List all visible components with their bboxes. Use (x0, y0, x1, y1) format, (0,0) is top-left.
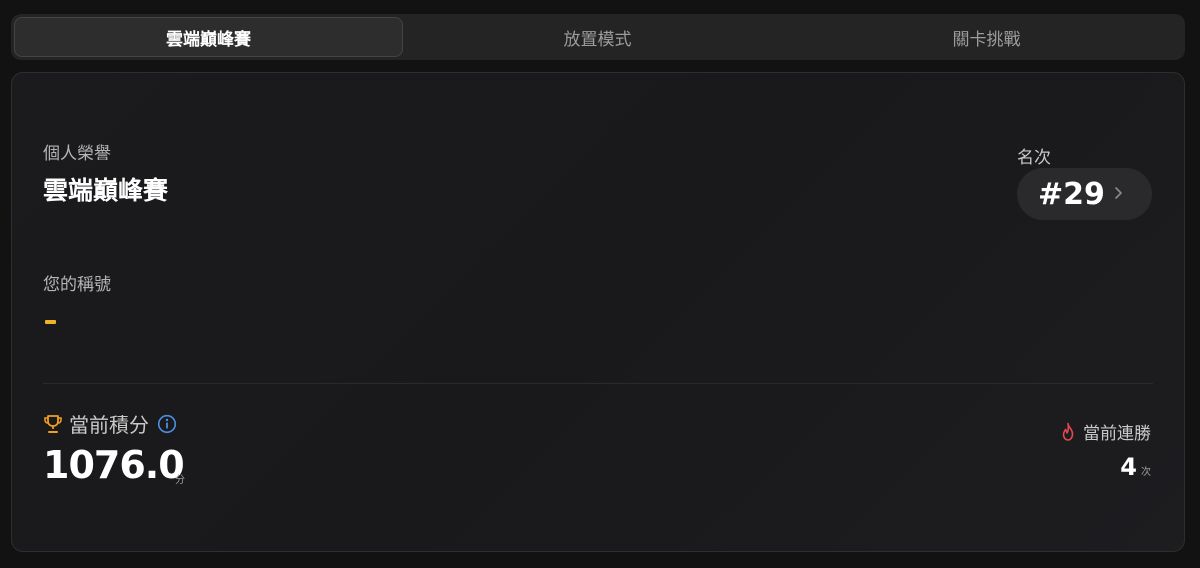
tab-idle-mode[interactable]: 放置模式 (403, 17, 792, 57)
honor-label: 個人榮譽 (43, 144, 111, 164)
streak-value-group: 4 次 (1120, 453, 1151, 481)
stats-card: 個人榮譽 雲端巔峰賽 名次 #29 您的稱號 - 當前積分 1076.0 分 當 (11, 72, 1185, 552)
streak-label: 當前連勝 (1083, 424, 1151, 444)
honor-value: 雲端巔峰賽 (43, 176, 169, 205)
mode-tab-bar: 雲端巔峰賽 放置模式 關卡挑戰 (11, 14, 1185, 60)
score-value: 1076.0 (43, 443, 185, 487)
info-icon[interactable] (157, 414, 177, 434)
tab-stage-challenge[interactable]: 關卡挑戰 (792, 17, 1181, 57)
streak-unit: 次 (1141, 467, 1151, 478)
rank-button[interactable]: #29 (1017, 168, 1152, 220)
streak-value: 4 (1120, 453, 1137, 481)
trophy-icon (44, 414, 62, 433)
divider (43, 383, 1153, 384)
chevron-right-icon (1115, 187, 1122, 199)
score-unit: 分 (175, 475, 185, 486)
streak-header: 當前連勝 (1059, 419, 1151, 444)
score-label: 當前積分 (69, 413, 149, 437)
title-label: 您的稱號 (43, 275, 111, 295)
rank-value: #29 (1038, 176, 1105, 212)
title-value-dash (45, 320, 56, 324)
score-header: 當前積分 (43, 409, 177, 438)
rank-label: 名次 (1017, 148, 1051, 168)
tab-cloud-peak[interactable]: 雲端巔峰賽 (14, 17, 403, 57)
flame-icon (1062, 422, 1074, 441)
